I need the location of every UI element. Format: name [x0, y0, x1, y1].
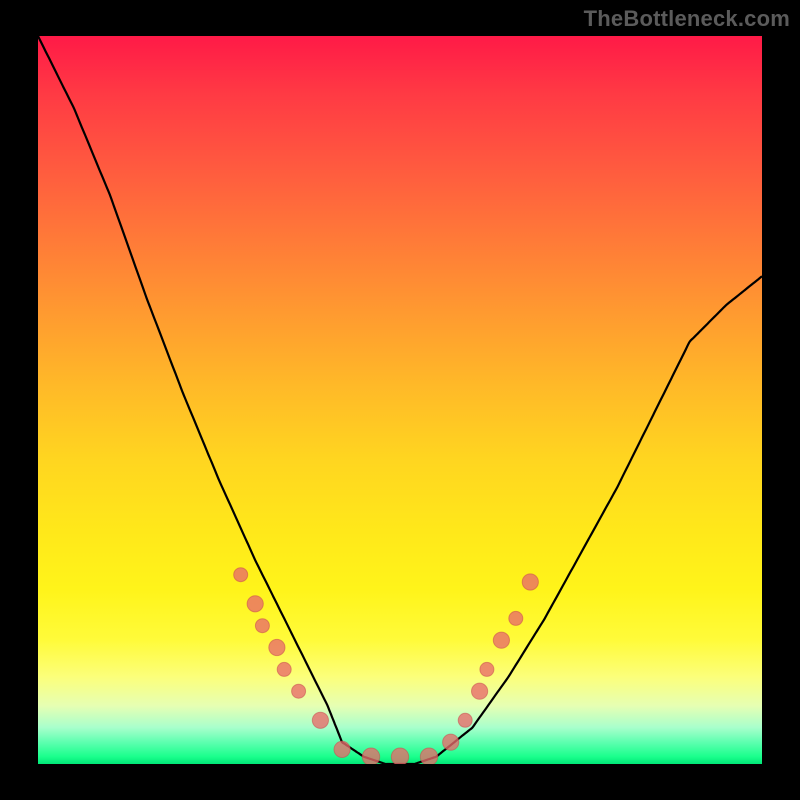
data-marker	[509, 611, 523, 625]
data-marker	[247, 596, 263, 612]
data-marker	[420, 748, 437, 764]
data-markers	[234, 568, 539, 764]
watermark-text: TheBottleneck.com	[584, 6, 790, 32]
data-marker	[292, 684, 306, 698]
data-marker	[391, 748, 408, 764]
data-marker	[493, 632, 509, 648]
chart-svg	[38, 36, 762, 764]
bottleneck-curve	[38, 36, 762, 764]
data-marker	[269, 639, 285, 655]
data-marker	[443, 734, 459, 750]
data-marker	[472, 683, 488, 699]
data-marker	[255, 619, 269, 633]
data-marker	[334, 741, 350, 757]
data-marker	[277, 662, 291, 676]
data-marker	[522, 574, 538, 590]
plot-area	[38, 36, 762, 764]
data-marker	[234, 568, 248, 582]
data-marker	[362, 748, 379, 764]
chart-frame: TheBottleneck.com	[0, 0, 800, 800]
data-marker	[312, 712, 328, 728]
data-marker	[458, 713, 472, 727]
data-marker	[480, 662, 494, 676]
